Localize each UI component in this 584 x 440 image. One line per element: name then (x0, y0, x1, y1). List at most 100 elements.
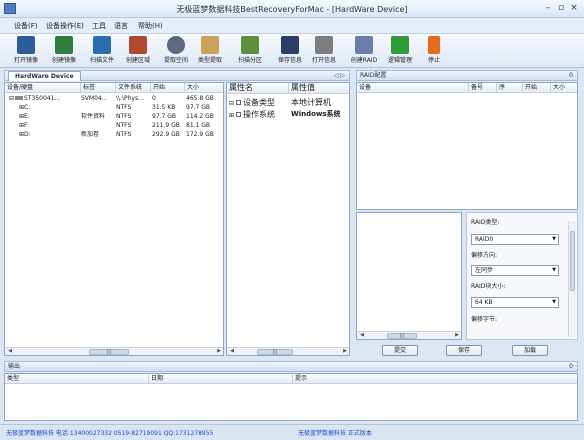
create-raid-button[interactable]: 创建RAID (344, 36, 384, 66)
chevron-down-icon: ▼ (552, 299, 556, 305)
save-info-icon (281, 36, 299, 54)
scroll-left-icon[interactable]: ◀ (6, 348, 14, 355)
table-row[interactable]: ⊟ ST350041… SVM04… \\.\Phys… 0 465.8 GB (5, 95, 223, 104)
output-panel-header: 输出 0 (4, 361, 578, 372)
create-region-icon (129, 36, 147, 54)
restore-button[interactable]: ▫ (556, 3, 566, 13)
open-info-button[interactable]: 打开信息 (304, 36, 344, 66)
raid-config-vscrollbar[interactable] (568, 221, 576, 337)
table-row[interactable]: ⊞E: 软件资料 NTFS 97.7 GB 114.2 GB (5, 113, 223, 122)
scan-file-icon (93, 36, 111, 54)
col-output-type[interactable]: 类型 (5, 374, 149, 384)
table-row[interactable]: ⊞F: NTFS 211.9 GB 81.1 GB (5, 122, 223, 131)
col-device[interactable]: 设备/硬盘 (5, 83, 81, 93)
col-prop-name[interactable]: 属性名 (227, 83, 289, 94)
disk-icon (15, 96, 24, 100)
table-row[interactable]: ⊞C: NTFS 31.5 KB 97.7 GB (5, 104, 223, 113)
raid-hscrollbar[interactable]: ◀ ||| ▶ (357, 331, 461, 339)
status-bar: 无极蓝梦数据科技 电话:13400027332 0519-82719091 QQ… (0, 424, 584, 440)
minimize-button[interactable]: – (543, 3, 553, 13)
offset-direction-label: 偏移方向: (471, 252, 498, 259)
scroll-right-icon[interactable]: ▶ (453, 332, 461, 339)
collapse-toggle[interactable]: ⊟ (229, 100, 234, 107)
status-contact-text: 无极蓝梦数据科技 电话:13400027332 0519-82719091 QQ… (6, 430, 214, 437)
toolbar: 打开镜像 创建镜像 扫描文件 创建区域 提取空间 类型提取 扫描分区 保存信息 … (0, 34, 584, 68)
chevron-down-icon: ▼ (552, 236, 556, 242)
col-raid-number[interactable]: 备号 (469, 83, 497, 93)
submit-button[interactable]: 提交 (382, 345, 418, 356)
table-row[interactable]: ⊞ 操作系统 Windows系统 (227, 109, 349, 121)
device-hscrollbar[interactable]: ◀ ||| ▶ (5, 347, 223, 355)
col-output-date[interactable]: 日期 (149, 374, 293, 384)
raid-panel-header: RAID配置 0 (356, 70, 578, 81)
window-title: 无极蓝梦数据科技BestRecoveryForMac - [HardWare D… (176, 5, 408, 14)
col-label[interactable]: 标签 (81, 83, 116, 93)
menu-bar: 设备(F) 设备操作(E) 工具 语言 帮助(H) (0, 18, 584, 34)
output-pin-icon[interactable]: 0 (569, 362, 573, 372)
title-bar: 无极蓝梦数据科技BestRecoveryForMac - [HardWare D… (0, 0, 584, 18)
create-image-button[interactable]: 创建镜像 (44, 36, 84, 66)
raid-config-form: RAID类型: RAID0 ▼ 偏移方向: 左同步 ▼ RAID块大小: 64 KB… (466, 212, 578, 340)
tab-hardware-device[interactable]: HardWare Device (8, 71, 81, 81)
raid-member-list: ◀ ||| ▶ (356, 212, 462, 340)
col-size[interactable]: 大小 (185, 83, 223, 93)
menu-device-ops[interactable]: 设备操作(E) (46, 21, 84, 31)
collapse-toggle[interactable]: ⊟ (9, 95, 14, 102)
scroll-right-icon[interactable]: ▶ (215, 348, 223, 355)
col-raid-order[interactable]: 序 (497, 83, 523, 93)
col-raid-size[interactable]: 大小 (551, 83, 577, 93)
menu-device[interactable]: 设备(F) (14, 21, 38, 31)
col-raid-start[interactable]: 开始 (523, 83, 551, 93)
device-scroll-thumb[interactable]: ||| (89, 349, 129, 355)
scan-partition-icon (241, 36, 259, 54)
raid-pin-icon[interactable]: 0 (569, 71, 573, 81)
raid-panel-title: RAID配置 (360, 72, 387, 79)
device-table: 设备/硬盘 标签 文件系统 开始 大小 ⊟ ST350041… SVM04… \\… (4, 82, 224, 356)
open-info-icon (315, 36, 333, 54)
scroll-left-icon[interactable]: ◀ (358, 332, 366, 339)
menu-language[interactable]: 语言 (114, 21, 128, 31)
save-button[interactable]: 保存 (446, 345, 482, 356)
raid-type-select[interactable]: RAID0 ▼ (471, 234, 559, 245)
create-raid-icon (355, 36, 373, 54)
raid-block-size-select[interactable]: 64 KB ▼ (471, 297, 559, 308)
table-row[interactable]: ⊟ 设备类型 本地计算机 (227, 97, 349, 109)
raid-type-label: RAID类型: (471, 219, 500, 226)
create-region-button[interactable]: 创建区域 (118, 36, 158, 66)
col-output-message[interactable]: 提示 (293, 374, 577, 384)
stop-button[interactable]: 停止 (414, 36, 454, 66)
raid-block-size-label: RAID块大小: (471, 283, 506, 290)
offset-direction-select[interactable]: 左同步 ▼ (471, 265, 559, 276)
property-icon (236, 100, 242, 105)
extract-space-icon (167, 36, 185, 54)
col-start[interactable]: 开始 (151, 83, 185, 93)
load-button[interactable]: 加载 (512, 345, 548, 356)
menu-help[interactable]: 帮助(H) (138, 21, 163, 31)
col-filesystem[interactable]: 文件系统 (116, 83, 151, 93)
col-prop-value[interactable]: 属性值 (289, 83, 349, 94)
panel-nav-arrows[interactable]: ◁ ▷ (334, 71, 345, 81)
raid-scroll-thumb[interactable]: ||| (387, 333, 417, 339)
expand-toggle[interactable]: ⊞ (229, 112, 234, 119)
type-extract-button[interactable]: 类型提取 (190, 36, 230, 66)
logic-manage-icon (391, 36, 409, 54)
open-image-button[interactable]: 打开镜像 (6, 36, 46, 66)
scan-file-button[interactable]: 扫描文件 (82, 36, 122, 66)
menu-tools[interactable]: 工具 (92, 21, 106, 31)
table-row[interactable]: ⊞D: 新加卷 NTFS 292.9 GB 172.9 GB (5, 131, 223, 140)
property-hscrollbar[interactable]: ◀ ||| ▶ (227, 347, 349, 355)
close-button[interactable]: × (569, 3, 579, 13)
scroll-right-icon[interactable]: ▶ (341, 348, 349, 355)
scan-partition-button[interactable]: 扫描分区 (230, 36, 270, 66)
property-scroll-thumb[interactable]: ||| (257, 349, 293, 355)
open-image-icon (17, 36, 35, 54)
type-extract-icon (201, 36, 219, 54)
chevron-down-icon: ▼ (552, 267, 556, 273)
status-edition-text: 无极蓝梦数据科技 正式版本 (298, 430, 372, 437)
raid-device-table: 设备 备号 序 开始 大小 (356, 82, 578, 210)
offset-bytes-label: 偏移字节: (471, 316, 498, 323)
raid-config-scroll-thumb[interactable] (570, 231, 575, 291)
scroll-left-icon[interactable]: ◀ (228, 348, 236, 355)
col-raid-device[interactable]: 设备 (357, 83, 469, 93)
device-panel-header: HardWare Device ◁ ▷ (4, 70, 350, 81)
